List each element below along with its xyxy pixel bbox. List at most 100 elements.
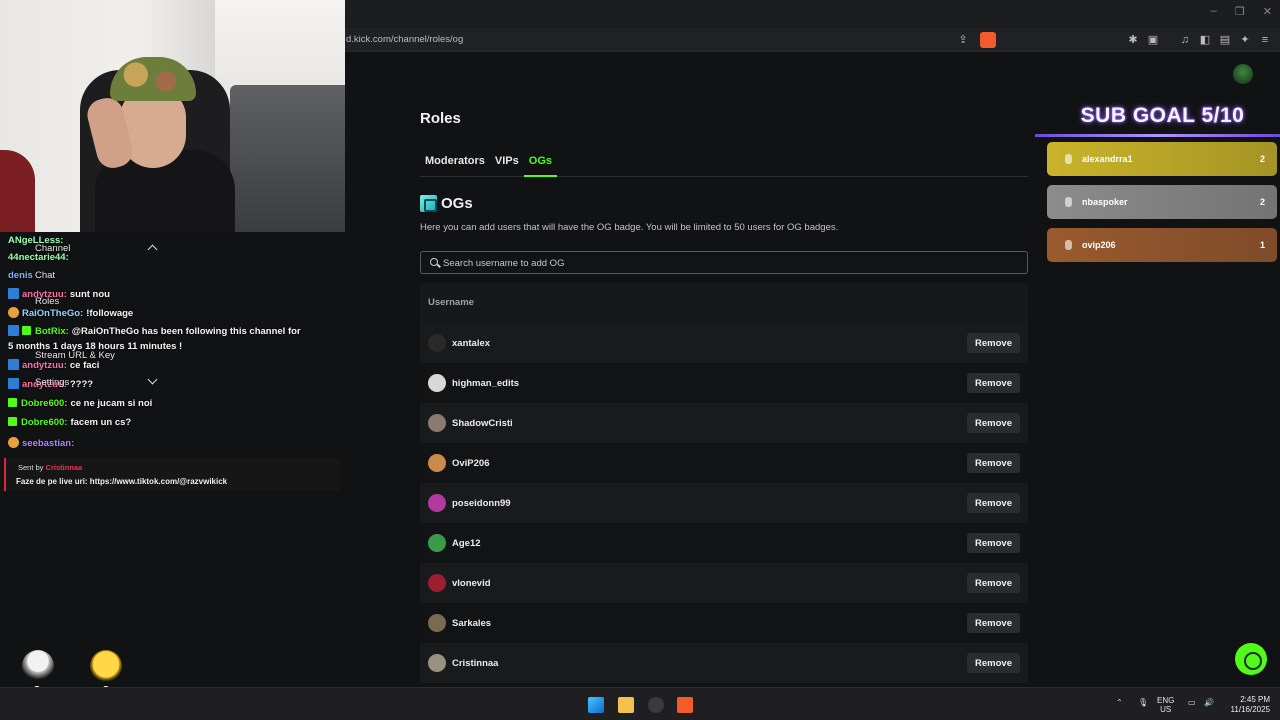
webcam-overlay: [0, 0, 345, 232]
sub-goal-count: 2: [1259, 154, 1265, 164]
url-text[interactable]: d.kick.com/channel/roles/og: [346, 34, 463, 45]
roles-tabs: Moderators VIPs OGs: [420, 150, 1028, 177]
tip-sender: Sent by Cristinnaa: [18, 463, 83, 472]
chat-message: Dobre600: facem un cs?: [8, 417, 131, 428]
remove-button[interactable]: Remove: [967, 573, 1020, 593]
brave-shield-icon[interactable]: [980, 32, 996, 48]
taskbar-clock[interactable]: 2:45 PM 11/16/2025: [1222, 695, 1270, 715]
og-badge-icon: [420, 195, 437, 212]
obs-icon[interactable]: [648, 697, 664, 713]
tab-icon[interactable]: ▣: [1146, 33, 1160, 47]
share-icon[interactable]: ⇪: [956, 33, 970, 47]
section-description: Here you can add users that will have th…: [420, 222, 839, 233]
bot-badge-icon: [22, 326, 31, 335]
language-indicator[interactable]: ENG US: [1157, 696, 1174, 714]
profile-avatar[interactable]: [1233, 64, 1253, 84]
chat-message: Dobre600: ce ne jucam si noi: [8, 398, 152, 409]
media-icon[interactable]: ♫: [1178, 33, 1192, 47]
search-input[interactable]: [443, 255, 1003, 271]
username: vlonevid: [452, 577, 491, 589]
table-row: xantalex Remove: [420, 323, 1028, 363]
menu-item-channel[interactable]: Channel: [35, 243, 70, 254]
sidebar-icon[interactable]: ◧: [1198, 33, 1212, 47]
taskbar: ⌃ 🎙 ENG US ▭ 🔊 2:45 PM 11/16/2025: [0, 687, 1280, 720]
maximize-icon[interactable]: ❐: [1235, 5, 1245, 18]
user-icon: [1065, 197, 1072, 207]
add-og-search[interactable]: [420, 251, 1028, 274]
windows-start-icon[interactable]: [588, 697, 604, 713]
remove-button[interactable]: Remove: [967, 533, 1020, 553]
sub-goal-entry: alexandrra1 2: [1047, 142, 1277, 176]
minimize-icon[interactable]: –: [1211, 5, 1217, 18]
sub-goal-underline: [1035, 134, 1280, 137]
user-avatar: [428, 614, 446, 632]
table-row: Cristinnaa Remove: [420, 643, 1028, 683]
user-avatar: [428, 574, 446, 592]
leo-ai-icon[interactable]: ✦: [1238, 33, 1252, 47]
network-icon[interactable]: ▭: [1188, 698, 1196, 707]
remove-button[interactable]: Remove: [967, 453, 1020, 473]
tab-vips[interactable]: VIPs: [490, 150, 524, 177]
chat-message: RaiOnTheGo: !followage: [8, 307, 133, 319]
sub-badge-icon: [8, 325, 19, 336]
user-icon: [1065, 154, 1072, 164]
user-avatar: [428, 494, 446, 512]
sub-goal-entry: nbaspoker 2: [1047, 185, 1277, 219]
tab-ogs[interactable]: OGs: [523, 150, 557, 177]
username: Age12: [452, 537, 481, 549]
page-title: Roles: [420, 110, 461, 127]
menu-icon[interactable]: ≡: [1258, 33, 1272, 47]
sub-badge-icon: [8, 359, 19, 370]
menu-item-roles[interactable]: Roles: [35, 296, 59, 307]
emote-icon: [22, 650, 54, 682]
menu-item-stream-url[interactable]: Stream URL & Key: [35, 350, 115, 361]
wallet-icon[interactable]: ▤: [1218, 33, 1232, 47]
sub-goal-entry: ovip206 1: [1047, 228, 1277, 262]
table-row: OviP206 Remove: [420, 443, 1028, 483]
username: ShadowCristi: [452, 417, 513, 429]
sub-goal-count: 2: [1259, 197, 1265, 207]
og-badge-icon: [8, 307, 19, 318]
username: OviP206: [452, 457, 490, 469]
section-title: OGs: [441, 195, 473, 212]
username: Sarkales: [452, 617, 492, 629]
file-explorer-icon[interactable]: [618, 697, 634, 713]
user-avatar: [428, 454, 446, 472]
screen: – ❐ ✕ d.kick.com/channel/roles/og ⇪ ✱ ▣ …: [0, 0, 1280, 720]
user-avatar: [428, 334, 446, 352]
menu-item-chat[interactable]: Chat: [35, 270, 55, 281]
bot-badge-icon: [8, 398, 17, 407]
tab-moderators[interactable]: Moderators: [420, 150, 490, 177]
username: poseidonn99: [452, 497, 511, 509]
remove-button[interactable]: Remove: [967, 613, 1020, 633]
remove-button[interactable]: Remove: [967, 333, 1020, 353]
tip-alert: Sent by Cristinnaa Faze de pe live uri: …: [4, 458, 340, 491]
support-chat-button[interactable]: [1235, 643, 1267, 675]
tip-message: Faze de pe live uri: https://www.tiktok.…: [16, 477, 228, 486]
username: Cristinnaa: [452, 657, 499, 669]
remove-button[interactable]: Remove: [967, 493, 1020, 513]
volume-icon[interactable]: 🔊: [1204, 698, 1214, 707]
user-icon: [1065, 240, 1072, 250]
menu-item-settings[interactable]: Settings: [35, 377, 69, 388]
gift-badge-icon: [8, 437, 19, 448]
table-row: Sarkales Remove: [420, 603, 1028, 643]
brave-browser-icon[interactable]: [677, 697, 693, 713]
tray-chevron-icon[interactable]: ⌃: [1116, 698, 1123, 707]
sub-goal-title: SUB GOAL 5/10: [1080, 104, 1245, 127]
remove-button[interactable]: Remove: [967, 413, 1020, 433]
extensions-icon[interactable]: ✱: [1126, 33, 1140, 47]
sub-goal-name: alexandrra1: [1082, 154, 1133, 164]
remove-button[interactable]: Remove: [967, 373, 1020, 393]
chat-message: BotRix: @RaiOnTheGo has been following th…: [8, 325, 301, 337]
user-avatar: [428, 534, 446, 552]
og-users-table: Username xantalex Remove highman_edits Remo…: [420, 283, 1028, 683]
microphone-icon[interactable]: 🎙: [1138, 698, 1148, 707]
remove-button[interactable]: Remove: [967, 653, 1020, 673]
bot-badge-icon: [8, 417, 17, 426]
table-row: ShadowCristi Remove: [420, 403, 1028, 443]
search-icon: [430, 258, 438, 266]
username: xantalex: [452, 337, 491, 349]
user-avatar: [428, 414, 446, 432]
close-icon[interactable]: ✕: [1263, 5, 1272, 18]
